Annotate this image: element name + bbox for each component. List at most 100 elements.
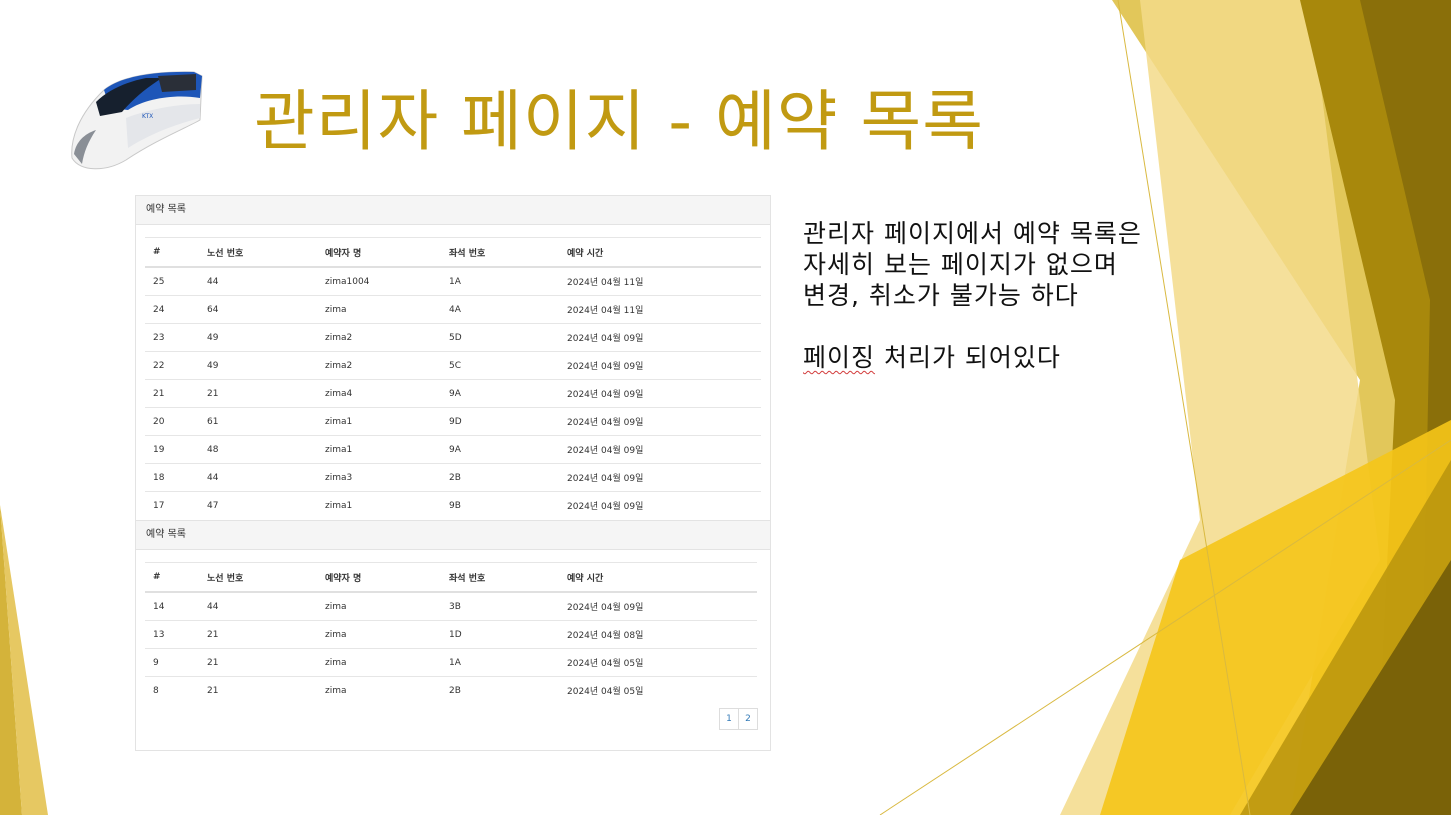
slide-description: 관리자 페이지에서 예약 목록은 자세히 보는 페이지가 없으며 변경, 취소가… [803, 218, 1223, 373]
reservation-panel-page-1: 예약 목록 # 노선 번호 예약자 명 좌석 번호 예약 시간 25 44 zima… [135, 195, 771, 521]
pagination: 1 2 [719, 708, 758, 730]
table-cell: 61 [199, 407, 317, 436]
train-icon: KTX [71, 71, 203, 170]
table-cell: 49 [199, 351, 317, 380]
table-row: 17 47 zima1 9B 2024년 04월 09일 [145, 492, 761, 520]
table-cell: 21 [199, 648, 317, 677]
table-cell: 18 [145, 463, 199, 492]
table-cell: zima [317, 620, 441, 649]
table-cell: 49 [199, 323, 317, 352]
table-row: 24 64 zima 4A 2024년 04월 11일 [145, 295, 761, 324]
description-line: 변경, 취소가 불가능 하다 [803, 281, 1079, 310]
table-cell: 2024년 04월 09일 [559, 463, 761, 492]
table-cell: 64 [199, 295, 317, 324]
table-cell: zima2 [317, 323, 441, 352]
table-cell: 2024년 04월 11일 [559, 295, 761, 324]
table-row: 22 49 zima2 5C 2024년 04월 09일 [145, 351, 761, 380]
table-cell: 2B [449, 685, 461, 696]
table-cell: 47 [207, 500, 219, 511]
table-cell: 21 [199, 620, 317, 649]
column-header: 예약 시간 [559, 562, 757, 593]
table-cell: 21 [145, 379, 199, 408]
table-row: 13 21 zima 1D 2024년 04월 08일 [145, 620, 757, 649]
table-cell: 48 [199, 435, 317, 464]
table-row: 9 21 zima 1A 2024년 04월 05일 [145, 648, 757, 677]
reservation-table: # 노선 번호 예약자 명 좌석 번호 예약 시간 25 44 zima1004 1A… [145, 237, 761, 519]
panel-heading: 예약 목록 [136, 196, 770, 225]
table-header-row: # 노선 번호 예약자 명 좌석 번호 예약 시간 [145, 237, 761, 268]
table-cell: 19 [145, 435, 199, 464]
reservation-table: # 노선 번호 예약자 명 좌석 번호 예약 시간 14 44 zima 3B 2024… [145, 562, 757, 704]
table-row: 18 44 zima3 2B 2024년 04월 09일 [145, 463, 761, 492]
table-cell: 1D [441, 620, 559, 649]
table-cell: 21 [207, 685, 219, 696]
reservation-panel-page-2: 예약 목록 # 노선 번호 예약자 명 좌석 번호 예약 시간 14 44 zima… [135, 520, 771, 751]
table-cell: 2024년 04월 09일 [559, 407, 761, 436]
table-cell: zima1004 [317, 267, 441, 296]
table-cell: 5D [441, 323, 559, 352]
table-cell: 2024년 04월 05일 [559, 648, 757, 677]
table-cell: zima4 [317, 379, 441, 408]
table-cell: zima [317, 295, 441, 324]
table-row: 19 48 zima1 9A 2024년 04월 09일 [145, 435, 761, 464]
table-cell: 4A [441, 295, 559, 324]
table-header-row: # 노선 번호 예약자 명 좌석 번호 예약 시간 [145, 562, 757, 593]
description-line: 자세히 보는 페이지가 없으며 [803, 250, 1118, 279]
table-cell: 2024년 04월 09일 [559, 435, 761, 464]
table-cell: 2024년 04월 08일 [559, 620, 757, 649]
table-cell: zima [317, 648, 441, 677]
table-cell: 5C [441, 351, 559, 380]
table-cell: 2B [441, 463, 559, 492]
table-cell: 2024년 04월 09일 [559, 379, 761, 408]
table-cell: 9A [441, 435, 559, 464]
table-cell: zima2 [317, 351, 441, 380]
table-cell: 21 [199, 379, 317, 408]
spellcheck-underlined-word: 페이징 [803, 343, 876, 372]
table-cell: 2024년 04월 05일 [567, 687, 644, 697]
table-cell: 2024년 04월 09일 [559, 323, 761, 352]
column-header: 노선 번호 [199, 237, 317, 268]
table-cell: 2024년 04월 09일 [559, 592, 757, 621]
table-row: 23 49 zima2 5D 2024년 04월 09일 [145, 323, 761, 352]
table-cell: 44 [199, 463, 317, 492]
table-cell: 9A [441, 379, 559, 408]
table-cell: 1A [441, 267, 559, 296]
table-body: 14 44 zima 3B 2024년 04월 09일 13 21 zima 1D 2024년 0… [145, 592, 757, 704]
column-header: 예약자 명 [317, 237, 441, 268]
description-line: 관리자 페이지에서 예약 목록은 [803, 219, 1142, 248]
table-cell: zima [325, 685, 347, 696]
table-row: 14 44 zima 3B 2024년 04월 09일 [145, 592, 757, 621]
column-header: 예약자 명 [317, 562, 441, 593]
column-header: 예약 시간 [559, 237, 761, 268]
paging-note-rest: 처리가 되어있다 [875, 343, 1061, 372]
table-cell: zima3 [317, 463, 441, 492]
column-header: # [145, 562, 199, 593]
panel-heading: 예약 목록 [136, 521, 770, 550]
column-header: 노선 번호 [199, 562, 317, 593]
table-cell: 9D [441, 407, 559, 436]
table-cell: 24 [145, 295, 199, 324]
table-row: 25 44 zima1004 1A 2024년 04월 11일 [145, 267, 761, 296]
page-link-1[interactable]: 1 [719, 708, 739, 730]
table-row: 20 61 zima1 9D 2024년 04월 09일 [145, 407, 761, 436]
table-cell: 3B [441, 592, 559, 621]
table-cell: zima1 [317, 407, 441, 436]
table-cell: 2024년 04월 09일 [559, 351, 761, 380]
table-cell: 25 [145, 267, 199, 296]
table-cell: 9B [449, 500, 461, 511]
table-cell: 22 [145, 351, 199, 380]
table-body: 25 44 zima1004 1A 2024년 04월 11일 24 64 zima 4A 202… [145, 267, 761, 519]
column-header: 좌석 번호 [441, 237, 559, 268]
column-header: # [145, 237, 199, 268]
column-header: 좌석 번호 [441, 562, 559, 593]
page-link-2[interactable]: 2 [738, 708, 758, 730]
table-cell: 13 [145, 620, 199, 649]
table-cell: zima1 [317, 435, 441, 464]
paging-note: 페이징 처리가 되어있다 [803, 342, 1223, 373]
table-cell: 2024년 04월 09일 [567, 502, 644, 512]
table-cell: zima [317, 592, 441, 621]
table-cell: 2024년 04월 11일 [559, 267, 761, 296]
table-cell: zima1 [325, 500, 353, 511]
table-cell: 23 [145, 323, 199, 352]
table-cell: 17 [153, 500, 165, 511]
